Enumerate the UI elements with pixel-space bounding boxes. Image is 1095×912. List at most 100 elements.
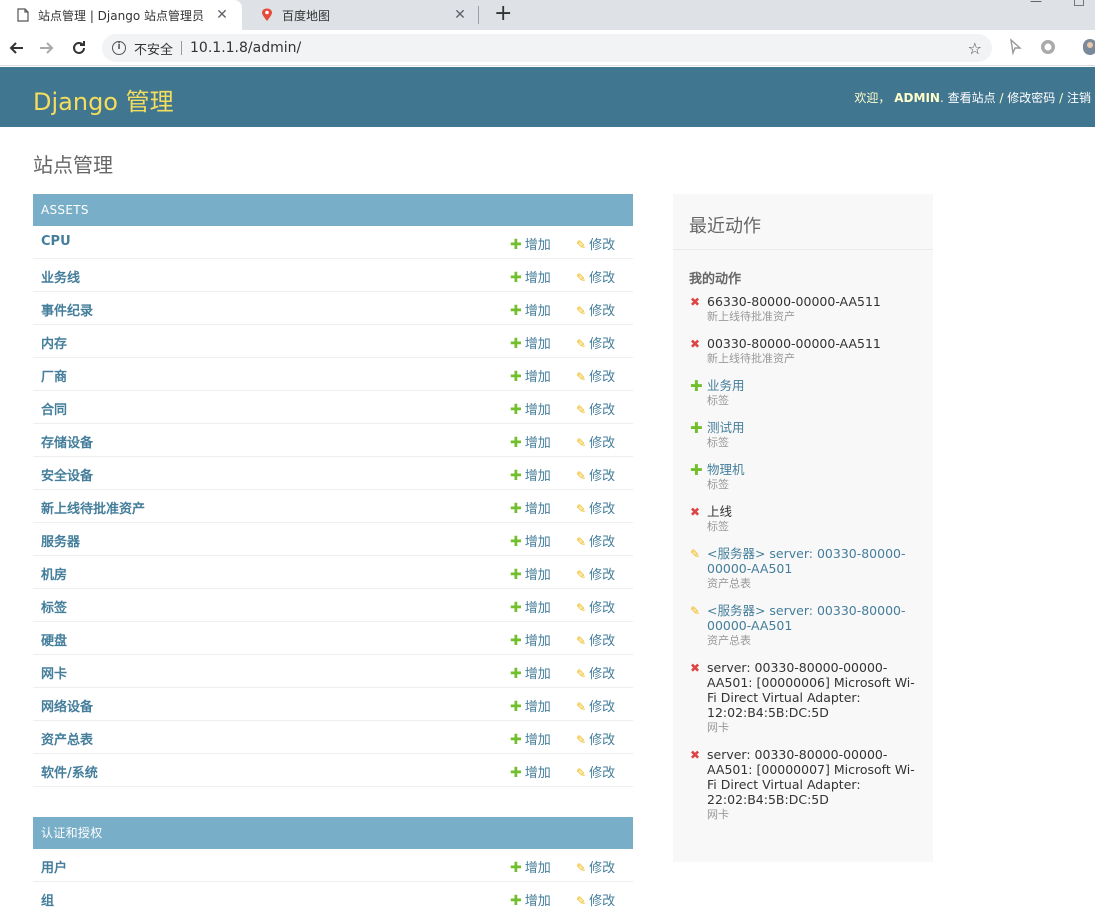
change-link[interactable]: ✎ 修改: [576, 300, 615, 319]
change-link[interactable]: ✎ 修改: [576, 399, 615, 418]
address-bar[interactable]: i 不安全 10.1.1.8/admin/ ☆: [102, 34, 992, 62]
model-link[interactable]: 服务器: [41, 531, 80, 550]
change-link[interactable]: ✎ 修改: [576, 890, 615, 909]
add-link[interactable]: ✚ 增加: [510, 597, 551, 616]
new-tab-button[interactable]: +: [494, 2, 512, 26]
action-object-name[interactable]: 业务用: [707, 378, 919, 393]
add-link[interactable]: ✚ 增加: [510, 267, 551, 286]
site-brand[interactable]: Django 管理: [33, 82, 174, 117]
model-link[interactable]: 标签: [41, 597, 67, 616]
model-link[interactable]: 软件/系统: [41, 762, 98, 781]
close-icon[interactable]: ✕: [212, 7, 232, 23]
record-extension-icon[interactable]: [1040, 38, 1060, 58]
logout-link[interactable]: 注销: [1067, 91, 1091, 105]
add-link[interactable]: ✚ 增加: [510, 300, 551, 319]
action-object-name: server: 00330-80000-00000-AA501: [000000…: [707, 747, 915, 807]
forward-arrow-icon[interactable]: [35, 36, 59, 60]
recent-action-item: ✎ <服务器> server: 00330-80000-00000-AA501 资产…: [673, 546, 933, 591]
tab-baidu-map[interactable]: 百度地图 ✕: [244, 0, 480, 30]
model-link[interactable]: 业务线: [41, 267, 80, 286]
back-arrow-icon[interactable]: [4, 36, 28, 60]
view-site-link[interactable]: 查看站点: [948, 91, 996, 105]
reload-icon[interactable]: [67, 36, 91, 60]
plus-icon: ✚: [510, 468, 522, 484]
model-link[interactable]: 存储设备: [41, 432, 93, 451]
model-link[interactable]: 内存: [41, 333, 67, 352]
model-link[interactable]: 资产总表: [41, 729, 93, 748]
change-link[interactable]: ✎ 修改: [576, 465, 615, 484]
change-link[interactable]: ✎ 修改: [576, 663, 615, 682]
model-link[interactable]: 新上线待批准资产: [41, 498, 145, 517]
add-link[interactable]: ✚ 增加: [510, 663, 551, 682]
model-link[interactable]: CPU: [41, 234, 71, 249]
change-link[interactable]: ✎ 修改: [576, 729, 615, 748]
model-link[interactable]: 安全设备: [41, 465, 93, 484]
maximize-icon[interactable]: [1074, 0, 1084, 6]
change-link[interactable]: ✎ 修改: [576, 333, 615, 352]
plus-icon: ✚: [510, 270, 522, 286]
add-link[interactable]: ✚ 增加: [510, 399, 551, 418]
action-object-name[interactable]: <服务器> server: 00330-80000-00000-AA501: [707, 603, 919, 633]
action-object-name[interactable]: 物理机: [707, 462, 919, 477]
action-object-name[interactable]: <服务器> server: 00330-80000-00000-AA501: [707, 546, 919, 576]
minimize-icon[interactable]: —: [1030, 0, 1042, 8]
info-icon[interactable]: i: [112, 41, 126, 55]
add-link[interactable]: ✚ 增加: [510, 729, 551, 748]
add-link[interactable]: ✚ 增加: [510, 630, 551, 649]
add-link[interactable]: ✚ 增加: [510, 498, 551, 517]
change-link[interactable]: ✎ 修改: [576, 597, 615, 616]
module-caption[interactable]: 认证和授权: [33, 817, 633, 849]
add-link[interactable]: ✚ 增加: [510, 333, 551, 352]
plus-icon: ✚: [510, 402, 522, 418]
change-link[interactable]: ✎ 修改: [576, 234, 615, 253]
change-link[interactable]: ✎ 修改: [576, 531, 615, 550]
add-link[interactable]: ✚ 增加: [510, 531, 551, 550]
model-link[interactable]: 组: [41, 890, 54, 909]
tab-admin[interactable]: 站点管理 | Django 站点管理员 ✕: [0, 0, 242, 30]
action-content-type: 标签: [707, 478, 729, 491]
delete-icon: ✖: [690, 505, 701, 519]
model-link[interactable]: 硬盘: [41, 630, 67, 649]
model-row: 用户 ✚ 增加 ✎ 修改: [33, 849, 633, 882]
change-link[interactable]: ✎ 修改: [576, 564, 615, 583]
page-title: 站点管理: [33, 153, 113, 177]
close-icon[interactable]: ✕: [450, 7, 470, 23]
change-link[interactable]: ✎ 修改: [576, 498, 615, 517]
bookmark-star-icon[interactable]: ☆: [968, 39, 982, 58]
change-label: 修改: [589, 733, 616, 748]
action-list: ✖ 66330-80000-00000-AA511 新上线待批准资产 ✖ 00330-8…: [673, 294, 933, 822]
change-link[interactable]: ✎ 修改: [576, 857, 615, 876]
change-link[interactable]: ✎ 修改: [576, 630, 615, 649]
model-link[interactable]: 网络设备: [41, 696, 93, 715]
pencil-icon: ✎: [576, 238, 587, 252]
add-link[interactable]: ✚ 增加: [510, 465, 551, 484]
add-link[interactable]: ✚ 增加: [510, 234, 551, 253]
model-link[interactable]: 事件纪录: [41, 300, 93, 319]
add-link[interactable]: ✚ 增加: [510, 890, 551, 909]
change-password-link[interactable]: 修改密码: [1007, 91, 1055, 105]
add-link[interactable]: ✚ 增加: [510, 696, 551, 715]
model-link[interactable]: 机房: [41, 564, 67, 583]
model-link[interactable]: 用户: [41, 857, 67, 876]
profile-avatar[interactable]: [1083, 38, 1095, 58]
cursor-extension-icon[interactable]: [1008, 38, 1028, 58]
change-link[interactable]: ✎ 修改: [576, 762, 615, 781]
add-link[interactable]: ✚ 增加: [510, 857, 551, 876]
model-row: 资产总表 ✚ 增加 ✎ 修改: [33, 721, 633, 754]
change-link[interactable]: ✎ 修改: [576, 366, 615, 385]
add-link[interactable]: ✚ 增加: [510, 366, 551, 385]
change-link[interactable]: ✎ 修改: [576, 696, 615, 715]
url-text[interactable]: 10.1.1.8/admin/: [190, 40, 301, 56]
action-object-name[interactable]: 测试用: [707, 420, 919, 435]
change-label: 修改: [589, 403, 616, 418]
module-caption[interactable]: ASSETS: [33, 194, 633, 226]
change-link[interactable]: ✎ 修改: [576, 432, 615, 451]
model-link[interactable]: 厂商: [41, 366, 67, 385]
add-link[interactable]: ✚ 增加: [510, 762, 551, 781]
add-link[interactable]: ✚ 增加: [510, 564, 551, 583]
model-link[interactable]: 合同: [41, 399, 67, 418]
add-link[interactable]: ✚ 增加: [510, 432, 551, 451]
pencil-icon: ✎: [576, 271, 587, 285]
change-link[interactable]: ✎ 修改: [576, 267, 615, 286]
model-link[interactable]: 网卡: [41, 663, 67, 682]
